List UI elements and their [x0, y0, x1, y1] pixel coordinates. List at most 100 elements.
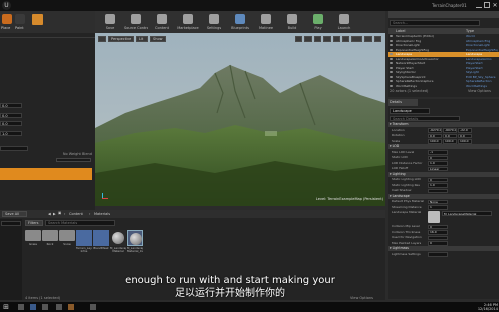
- details-value-field[interactable]: 100.0: [458, 139, 472, 144]
- nav-back-icon[interactable]: ◀: [48, 212, 52, 216]
- outliner-search-input[interactable]: Search...: [390, 20, 480, 26]
- details-section-header[interactable]: ▾ LOD: [388, 144, 499, 149]
- details-value-field[interactable]: 1.0: [428, 183, 448, 188]
- property-field[interactable]: 1.0: [0, 131, 22, 136]
- details-value-field[interactable]: M_LandscapeMaterial: [442, 211, 492, 216]
- viewport-menu-icon[interactable]: [98, 36, 106, 42]
- details-value-field[interactable]: 0.0: [443, 133, 457, 138]
- filters-button[interactable]: Filters: [25, 220, 43, 226]
- details-value-field[interactable]: -6070.0: [443, 128, 457, 133]
- details-section-header[interactable]: ▾ Lightmass: [388, 246, 499, 251]
- content-view-options[interactable]: View Options: [350, 296, 384, 300]
- launch-button[interactable]: Launch: [332, 12, 356, 32]
- matinee-button[interactable]: Matinee: [254, 12, 278, 32]
- details-search-input[interactable]: Search Details: [390, 116, 460, 121]
- outliner-view-options[interactable]: View Options: [468, 89, 498, 93]
- world-icon[interactable]: [323, 36, 331, 42]
- visibility-icon[interactable]: [390, 48, 393, 51]
- start-icon[interactable]: ⊞: [2, 303, 10, 311]
- details-value-field[interactable]: 100.0: [428, 139, 442, 144]
- details-value-field[interactable]: 0.0: [458, 133, 472, 138]
- property-field[interactable]: 0.0: [0, 121, 22, 126]
- content-search-input[interactable]: Search Materials: [45, 220, 115, 226]
- details-value-field[interactable]: 0: [428, 155, 448, 160]
- object-name-field[interactable]: Landscape: [390, 108, 430, 114]
- outliner-col-type[interactable]: Type: [466, 29, 496, 33]
- details-value-field[interactable]: Linear: [428, 166, 448, 171]
- details-value-field[interactable]: [428, 188, 448, 193]
- material-thumbnail[interactable]: [428, 211, 440, 223]
- save-button[interactable]: Save: [98, 12, 122, 32]
- scale-snap-icon[interactable]: [351, 36, 363, 42]
- property-field[interactable]: 0.0: [0, 103, 22, 108]
- breadcrumb-materials[interactable]: Materials: [94, 212, 119, 216]
- visibility-icon[interactable]: [390, 62, 393, 64]
- visibility-icon[interactable]: [390, 35, 393, 37]
- close-icon[interactable]: ✕: [491, 1, 499, 9]
- details-value-field[interactable]: 100.0: [443, 139, 457, 144]
- asset-tile[interactable]: BlendMask: [93, 230, 109, 266]
- save-all-button[interactable]: Save All: [2, 211, 27, 217]
- breadcrumb-content[interactable]: Content: [69, 212, 89, 216]
- details-value-field[interactable]: 1.0: [428, 161, 448, 166]
- visibility-icon[interactable]: [390, 57, 393, 60]
- details-value-field[interactable]: -22.0: [458, 128, 472, 133]
- outliner-row[interactable]: WorldSettings WorldSettings: [388, 84, 499, 89]
- grid-snap-icon[interactable]: [332, 36, 340, 42]
- nav-forward-icon[interactable]: ▶: [53, 212, 57, 216]
- details-value-field[interactable]: -6270.0: [428, 128, 442, 133]
- details-value-field[interactable]: 1: [428, 205, 448, 210]
- details-value-field[interactable]: -1: [428, 150, 448, 155]
- rotate-icon[interactable]: [304, 36, 312, 42]
- source-control-button[interactable]: Source Control: [124, 12, 148, 32]
- mode-place-icon[interactable]: [2, 14, 12, 24]
- asset-tile[interactable]: Snow: [59, 230, 75, 266]
- details-section-header[interactable]: ▾ Landscape: [388, 193, 499, 199]
- play-button[interactable]: Play: [306, 12, 330, 32]
- scale-icon[interactable]: [313, 36, 322, 42]
- taskbar-app-icon[interactable]: [42, 304, 48, 310]
- outliner-col-label[interactable]: Label: [396, 29, 436, 33]
- taskbar-app-icon[interactable]: [68, 304, 74, 310]
- details-value-field[interactable]: 16.0: [428, 230, 448, 235]
- details-value-field[interactable]: 0.0: [428, 133, 442, 138]
- details-section-header[interactable]: ▾ Lighting: [388, 171, 499, 177]
- visibility-icon[interactable]: [390, 44, 393, 46]
- maximize-viewport-icon[interactable]: [373, 36, 381, 42]
- details-value-field[interactable]: [428, 235, 448, 240]
- visibility-icon[interactable]: [390, 84, 393, 87]
- build-button[interactable]: Build: [280, 12, 304, 32]
- translate-icon[interactable]: [295, 36, 303, 42]
- visibility-icon[interactable]: [390, 80, 393, 82]
- visibility-icon[interactable]: [390, 75, 393, 78]
- taskbar-app-icon[interactable]: [18, 304, 24, 310]
- asset-tile[interactable]: Grass: [25, 230, 41, 266]
- outliner-tab[interactable]: [388, 11, 499, 18]
- taskbar-app-icon[interactable]: [90, 304, 96, 310]
- details-value-field[interactable]: [428, 252, 448, 257]
- viewport[interactable]: Perspective Lit Show Level: TerrainExamp…: [95, 33, 385, 206]
- details-value-field[interactable]: 0: [428, 241, 448, 246]
- asset-tile[interactable]: Rock: [42, 230, 58, 266]
- taskbar-app-icon[interactable]: [56, 304, 62, 310]
- details-section-header[interactable]: ▾ Transform: [388, 122, 499, 127]
- blueprints-button[interactable]: Blueprints: [228, 12, 252, 32]
- folder-search-input[interactable]: [1, 221, 21, 226]
- taskbar-app-icon[interactable]: [30, 304, 36, 310]
- details-value-field[interactable]: 0: [428, 224, 448, 229]
- camera-speed-icon[interactable]: [364, 36, 372, 42]
- visibility-icon[interactable]: [390, 71, 393, 73]
- details-tab[interactable]: Details: [388, 99, 418, 106]
- asset-tile[interactable]: M_Landscape Material: [110, 230, 126, 266]
- visibility-icon[interactable]: [390, 66, 393, 69]
- visibility-icon[interactable]: [390, 39, 393, 42]
- lit-button[interactable]: Lit: [136, 36, 148, 42]
- settings-button[interactable]: Settings: [202, 12, 226, 32]
- mode-landscape-icon[interactable]: [32, 14, 43, 25]
- maximize-icon[interactable]: [484, 2, 490, 8]
- property-field[interactable]: [0, 146, 28, 151]
- minimize-icon[interactable]: [476, 2, 482, 8]
- asset-tile[interactable]: M_Landscape Material_Inst: [127, 230, 143, 266]
- asset-tile[interactable]: Terrain_Layer Infos: [76, 230, 92, 266]
- show-button[interactable]: Show: [150, 36, 166, 42]
